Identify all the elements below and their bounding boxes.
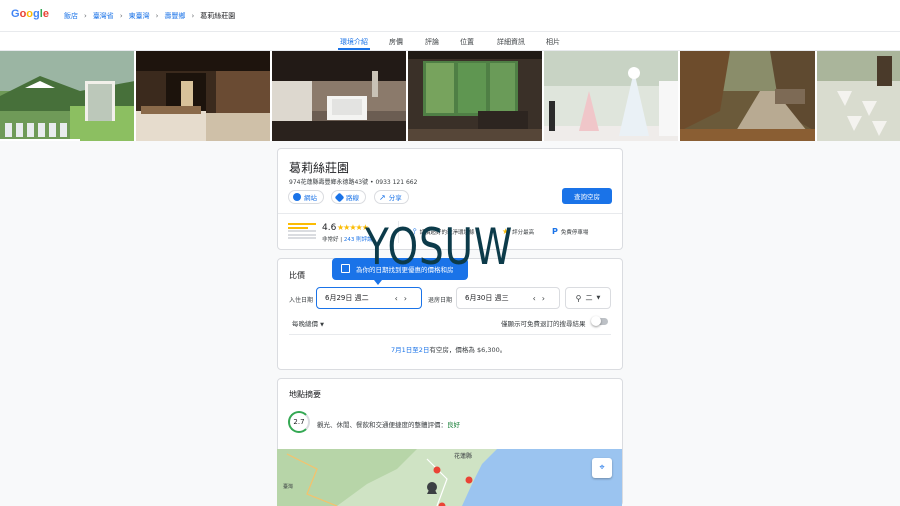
logo-letter-4: g bbox=[33, 8, 40, 20]
star-rating-icon: ★★★★★ bbox=[337, 223, 369, 232]
toggle-knob bbox=[591, 316, 601, 326]
map-label-taiwan: 臺灣 bbox=[283, 484, 294, 490]
location-score-description: 觀光、休閒、餐飲和交通便捷度的整體評價：良好 bbox=[317, 419, 460, 429]
price-mode-label: 每晚總價 bbox=[292, 320, 318, 328]
price-mode-dropdown[interactable]: 每晚總價 ▼ bbox=[292, 318, 324, 328]
directions-label: 路線 bbox=[346, 194, 359, 202]
gallery-photo-living-room[interactable] bbox=[408, 51, 543, 141]
checkin-date-arrows-icon[interactable]: ‹› bbox=[395, 294, 413, 303]
breadcrumb-separator: › bbox=[119, 12, 123, 20]
guests-selector[interactable]: ⚲ 二 ▼ bbox=[565, 287, 611, 309]
breadcrumb-taiwan-province[interactable]: 臺灣省 bbox=[93, 11, 114, 21]
checkin-date-value: 6月29日 週二 bbox=[325, 294, 369, 302]
location-score-word: 良好 bbox=[447, 421, 460, 429]
availability-note: 7月1日至2日有空房，價格為 $6,300。 bbox=[391, 344, 506, 354]
rating-word: 非常好 bbox=[322, 237, 339, 243]
gallery-photo-champagne-tower[interactable] bbox=[544, 51, 679, 141]
gallery-photo-wedding-garden[interactable] bbox=[0, 51, 135, 141]
person-icon: ⚲ bbox=[575, 293, 582, 303]
free-cancel-filter-label: 僅顯示可免費退訂的搜尋結果 bbox=[501, 320, 586, 328]
checkout-date-value: 6月30日 週三 bbox=[465, 294, 509, 302]
tab-overview[interactable]: 環境介紹 bbox=[340, 37, 368, 47]
map-label-hualien: 花蓮縣 bbox=[454, 453, 473, 460]
location-title: 地點摘要 bbox=[289, 390, 321, 399]
gallery-photo-bathroom[interactable] bbox=[272, 51, 407, 141]
chevron-down-icon: ▼ bbox=[320, 322, 324, 328]
logo-letter-6: e bbox=[42, 8, 49, 20]
checkin-date-field[interactable]: 6月29日 週二 ‹› bbox=[316, 287, 422, 309]
availability-dates[interactable]: 7月1日至2日 bbox=[391, 346, 429, 354]
free-cancel-toggle[interactable] bbox=[591, 316, 608, 326]
my-location-button[interactable]: ⌖ bbox=[592, 458, 612, 478]
breadcrumb-separator: › bbox=[191, 12, 195, 20]
pricing-divider bbox=[289, 334, 611, 335]
tab-location[interactable]: 位置 bbox=[460, 37, 474, 47]
tab-photos[interactable]: 相片 bbox=[546, 37, 560, 47]
checkout-date-arrows-icon[interactable]: ‹› bbox=[533, 294, 551, 303]
pricing-title: 比價 bbox=[289, 271, 305, 280]
rating-distribution-bars bbox=[288, 223, 316, 241]
chevron-down-icon: ▼ bbox=[596, 295, 601, 301]
checkout-label: 退房日期 bbox=[428, 297, 453, 304]
amenity-parking-label: 免費停車場 bbox=[560, 229, 589, 236]
tooltip-arrow bbox=[374, 280, 382, 285]
google-logo[interactable]: Google bbox=[11, 8, 49, 20]
breadcrumb: 飯店 › 臺灣省 › 東臺灣 › 壽豐鄉 › 葛莉絲莊園 bbox=[64, 11, 235, 21]
watermark-logo: YOSUW bbox=[365, 218, 514, 276]
hotel-address: 974花蓮縣壽豐鄉永德路43號 • 0933 121 662 bbox=[289, 179, 418, 186]
location-score: 2.7 bbox=[293, 418, 305, 426]
calendar-icon bbox=[341, 264, 350, 273]
location-score-ring: 2.7 bbox=[288, 411, 310, 433]
amenity-top-rated-label: 評分最高 bbox=[512, 229, 535, 236]
checkout-date-field[interactable]: 6月30日 週三 ‹› bbox=[456, 287, 560, 309]
parking-icon: P bbox=[552, 227, 558, 236]
gallery-photo-champagne-glasses[interactable] bbox=[816, 51, 900, 141]
share-label: 分享 bbox=[388, 194, 402, 202]
tab-reviews[interactable]: 評論 bbox=[425, 37, 439, 47]
breadcrumb-current: 葛莉絲莊園 bbox=[200, 12, 236, 20]
hotel-name: 葛莉絲莊園 bbox=[289, 161, 350, 175]
tab-prices[interactable]: 房價 bbox=[389, 37, 403, 47]
breadcrumb-separator: › bbox=[155, 12, 159, 20]
gallery-photo-bedroom[interactable] bbox=[136, 51, 271, 141]
card-divider bbox=[278, 213, 622, 214]
crosshair-icon: ⌖ bbox=[599, 463, 605, 473]
breadcrumb-east-taiwan[interactable]: 東臺灣 bbox=[129, 11, 150, 21]
guests-value: 二 bbox=[585, 294, 593, 302]
checkin-label: 入住日期 bbox=[289, 297, 314, 304]
check-availability-button[interactable]: 查詢空房 bbox=[562, 188, 612, 204]
map-terrain bbox=[277, 449, 497, 506]
directions-button[interactable]: 路線 bbox=[331, 190, 366, 204]
breadcrumb-hotels[interactable]: 飯店 bbox=[64, 11, 78, 21]
website-button[interactable]: 網站 bbox=[288, 190, 324, 204]
location-score-text: 觀光、休閒、餐飲和交通便捷度的整體評價： bbox=[317, 421, 447, 429]
location-map[interactable]: 花蓮縣 臺灣 bbox=[277, 449, 622, 506]
gallery-photo-forest-path[interactable] bbox=[680, 51, 815, 141]
breadcrumb-separator: › bbox=[84, 12, 87, 20]
tab-details[interactable]: 詳細資訊 bbox=[497, 37, 525, 47]
photo-gallery bbox=[0, 51, 900, 141]
directions-icon bbox=[334, 192, 345, 202]
active-tab-indicator bbox=[338, 48, 370, 50]
logo-letter-1: G bbox=[11, 8, 20, 20]
amenity-parking: P 免費停車場 bbox=[552, 227, 588, 236]
website-label: 網站 bbox=[304, 194, 317, 202]
availability-text: 有空房，價格為 $6,300。 bbox=[429, 346, 507, 354]
share-button[interactable]: ↗ 分享 bbox=[374, 190, 409, 204]
share-icon: ↗ bbox=[379, 192, 386, 202]
breadcrumb-shoufeng[interactable]: 壽豐鄉 bbox=[164, 11, 185, 21]
section-tabs: 環境介紹 房價 評論 位置 詳細資訊 相片 bbox=[0, 32, 900, 51]
top-bar: Google 飯店 › 臺灣省 › 東臺灣 › 壽豐鄉 › 葛莉絲莊園 bbox=[0, 0, 900, 32]
rating-value: 4.6 bbox=[322, 223, 337, 233]
globe-icon bbox=[293, 193, 301, 201]
